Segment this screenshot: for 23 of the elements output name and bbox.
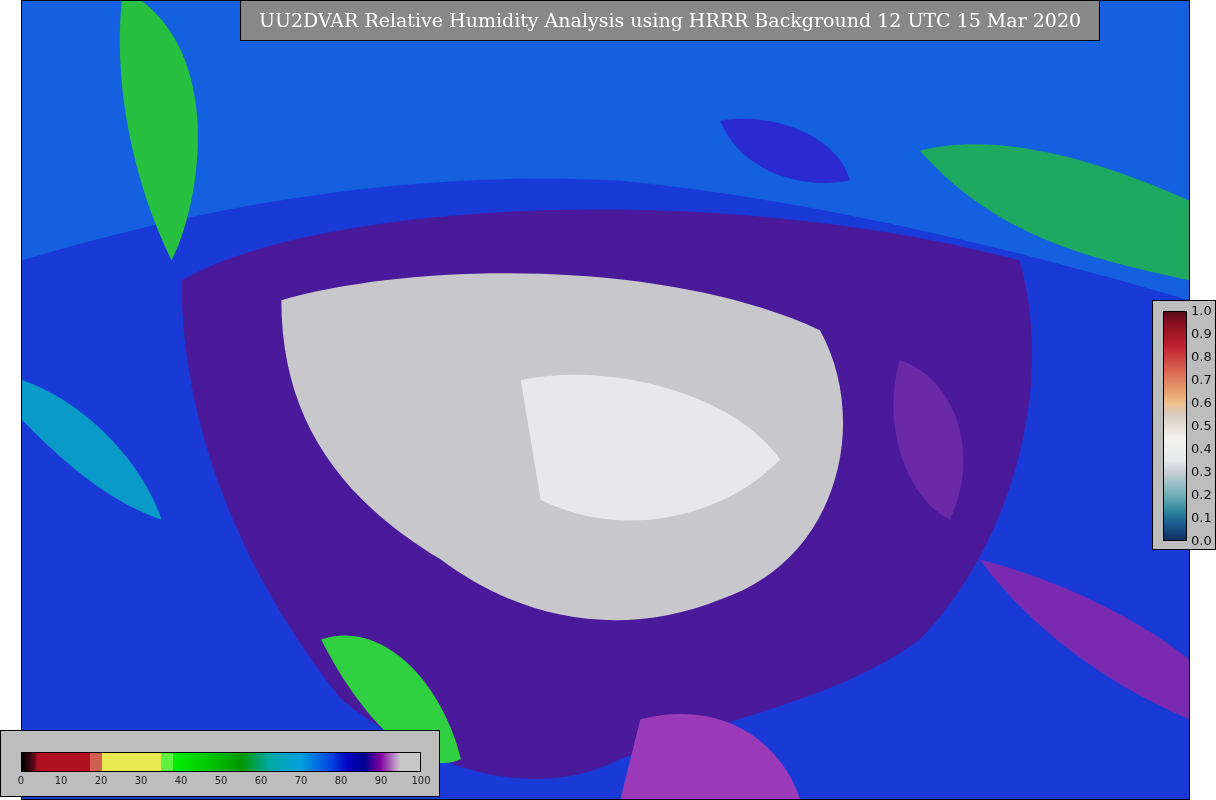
ratio-tick-label: 0.3 [1191,465,1212,479]
ratio-tick-label: 0.5 [1191,419,1212,433]
ratio-tick-label: 0.6 [1191,396,1212,410]
humidity-tick-label: 60 [254,775,268,787]
ratio-tick-label: 0.8 [1191,350,1212,364]
ratio-tick-label: 0.4 [1191,442,1212,456]
humidity-tick-label: 100 [411,775,431,787]
humidity-tick-label: 30 [134,775,148,787]
ratio-tick-label: 0.7 [1191,373,1212,387]
ratio-tick-label: 0.2 [1191,488,1212,502]
ratio-tick-label: 0.1 [1191,511,1212,525]
humidity-tick-label: 10 [54,775,68,787]
humidity-tick-label: 70 [294,775,308,787]
map-title: UU2DVAR Relative Humidity Analysis using HRRR Background 12 UTC 15 Mar 2020 [240,0,1100,41]
humidity-tick-label: 90 [374,775,388,787]
humidity-tick-label: 40 [174,775,188,787]
ratio-tick-label: 0.9 [1191,327,1212,341]
humidity-tick-label: 0 [17,775,25,787]
ratio-tick-label: 1.0 [1191,304,1212,318]
humidity-tick-label: 50 [214,775,228,787]
humidity-tick-label: 20 [94,775,108,787]
ratio-tick-label: 0.0 [1191,534,1212,548]
humidity-tick-label: 80 [334,775,348,787]
